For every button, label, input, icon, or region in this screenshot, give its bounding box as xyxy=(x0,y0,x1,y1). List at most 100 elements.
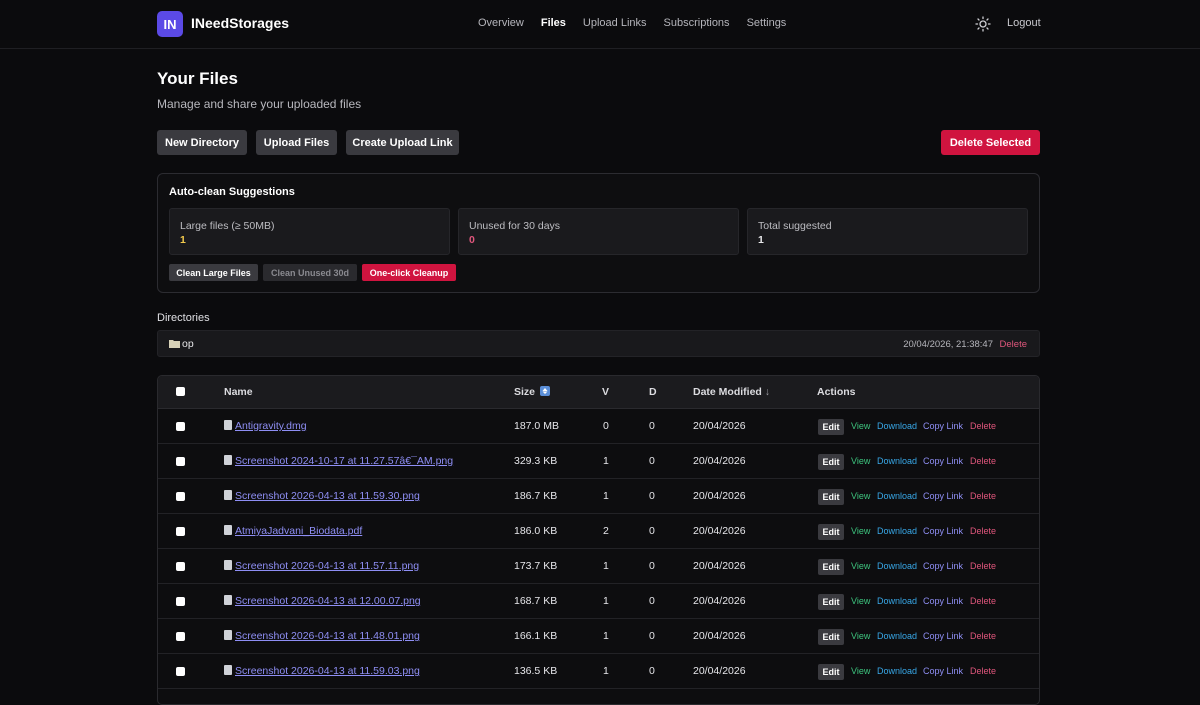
file-name-cell[interactable]: Screenshot 2026-04-13 at 11.59.03.png xyxy=(224,665,420,677)
nav-settings[interactable]: Settings xyxy=(747,17,787,29)
sun-icon[interactable] xyxy=(975,16,991,32)
view-link[interactable]: View xyxy=(851,561,870,571)
row-checkbox[interactable] xyxy=(176,527,185,536)
delete-link[interactable]: Delete xyxy=(970,491,996,501)
view-link[interactable]: View xyxy=(851,631,870,641)
upload-files-button[interactable]: Upload Files xyxy=(256,130,337,155)
file-name-link[interactable]: Screenshot 2026-04-13 at 11.48.01.png xyxy=(235,630,420,642)
delete-link[interactable]: Delete xyxy=(970,631,996,641)
row-checkbox[interactable] xyxy=(176,457,185,466)
column-name[interactable]: Name xyxy=(224,386,253,398)
nav-files[interactable]: Files xyxy=(541,17,566,29)
directory-row[interactable]: op 20/04/2026, 21:38:47 Delete xyxy=(157,330,1040,357)
row-checkbox[interactable] xyxy=(176,562,185,571)
download-link[interactable]: Download xyxy=(877,491,917,501)
delete-link[interactable]: Delete xyxy=(970,596,996,606)
file-icon xyxy=(224,525,232,535)
auto-clean-panel: Auto-clean Suggestions Large files (≥ 50… xyxy=(157,173,1040,293)
edit-button[interactable]: Edit xyxy=(818,454,844,470)
brand-name[interactable]: INeedStorages xyxy=(191,15,289,31)
one-click-cleanup-button[interactable]: One-click Cleanup xyxy=(362,264,456,281)
copy-link[interactable]: Copy Link xyxy=(923,631,963,641)
nav-subscriptions[interactable]: Subscriptions xyxy=(664,17,730,29)
file-size: 166.1 KB xyxy=(514,630,558,642)
row-checkbox[interactable] xyxy=(176,632,185,641)
sort-icon xyxy=(539,386,550,396)
edit-button[interactable]: Edit xyxy=(818,664,844,680)
view-link[interactable]: View xyxy=(851,526,870,536)
stat-large-files: Large files (≥ 50MB) 1 xyxy=(169,208,450,255)
logout-link[interactable]: Logout xyxy=(1007,17,1041,29)
file-downloads: 0 xyxy=(649,490,655,502)
delete-link[interactable]: Delete xyxy=(970,421,996,431)
row-checkbox[interactable] xyxy=(176,667,185,676)
download-link[interactable]: Download xyxy=(877,631,917,641)
copy-link[interactable]: Copy Link xyxy=(923,561,963,571)
directory-delete-link[interactable]: Delete xyxy=(1000,339,1027,350)
file-name-link[interactable]: Screenshot 2024-10-17 at 11.27.57â€¯AM.p… xyxy=(235,455,453,467)
edit-button[interactable]: Edit xyxy=(818,594,844,610)
download-link[interactable]: Download xyxy=(877,456,917,466)
delete-link[interactable]: Delete xyxy=(970,666,996,676)
column-downloads[interactable]: D xyxy=(649,386,657,398)
view-link[interactable]: View xyxy=(851,596,870,606)
directory-name-cell[interactable]: op xyxy=(169,338,194,350)
copy-link[interactable]: Copy Link xyxy=(923,666,963,676)
file-size: 173.7 KB xyxy=(514,560,558,572)
view-link[interactable]: View xyxy=(851,456,870,466)
download-link[interactable]: Download xyxy=(877,666,917,676)
column-size-label: Size xyxy=(514,386,536,398)
delete-link[interactable]: Delete xyxy=(970,456,996,466)
row-checkbox[interactable] xyxy=(176,492,185,501)
file-name-cell[interactable]: Screenshot 2024-10-17 at 11.27.57â€¯AM.p… xyxy=(224,455,453,467)
file-name-cell[interactable]: AtmiyaJadvani_Biodata.pdf xyxy=(224,525,362,537)
row-checkbox[interactable] xyxy=(176,422,185,431)
file-name-cell[interactable]: Screenshot 2026-04-13 at 11.57.11.png xyxy=(224,560,419,572)
view-link[interactable]: View xyxy=(851,491,870,501)
file-date: 20/04/2026 xyxy=(693,665,746,677)
view-link[interactable]: View xyxy=(851,421,870,431)
delete-selected-button[interactable]: Delete Selected xyxy=(941,130,1040,155)
view-link[interactable]: View xyxy=(851,666,870,676)
delete-link[interactable]: Delete xyxy=(970,526,996,536)
file-name-link[interactable]: Screenshot 2026-04-13 at 11.57.11.png xyxy=(235,560,419,572)
stat-value: 0 xyxy=(469,234,475,246)
file-name-link[interactable]: AtmiyaJadvani_Biodata.pdf xyxy=(235,525,362,537)
copy-link[interactable]: Copy Link xyxy=(923,526,963,536)
nav-overview[interactable]: Overview xyxy=(478,17,524,29)
file-icon xyxy=(224,665,232,675)
edit-button[interactable]: Edit xyxy=(818,559,844,575)
download-link[interactable]: Download xyxy=(877,421,917,431)
new-directory-button[interactable]: New Directory xyxy=(157,130,247,155)
file-name-link[interactable]: Screenshot 2026-04-13 at 12.00.07.png xyxy=(235,595,421,607)
logo[interactable]: IN xyxy=(157,11,183,37)
edit-button[interactable]: Edit xyxy=(818,524,844,540)
clean-large-files-button[interactable]: Clean Large Files xyxy=(169,264,258,281)
file-name-link[interactable]: Screenshot 2026-04-13 at 11.59.03.png xyxy=(235,665,420,677)
file-name-cell[interactable]: Screenshot 2026-04-13 at 11.48.01.png xyxy=(224,630,420,642)
file-name-link[interactable]: Antigravity.dmg xyxy=(235,420,307,432)
column-date-modified[interactable]: Date Modified ↓ xyxy=(693,386,770,398)
copy-link[interactable]: Copy Link xyxy=(923,491,963,501)
copy-link[interactable]: Copy Link xyxy=(923,596,963,606)
edit-button[interactable]: Edit xyxy=(818,489,844,505)
download-link[interactable]: Download xyxy=(877,596,917,606)
nav-upload-links[interactable]: Upload Links xyxy=(583,17,647,29)
download-link[interactable]: Download xyxy=(877,526,917,536)
delete-link[interactable]: Delete xyxy=(970,561,996,571)
clean-unused-button[interactable]: Clean Unused 30d xyxy=(263,264,357,281)
edit-button[interactable]: Edit xyxy=(818,419,844,435)
file-name-cell[interactable]: Antigravity.dmg xyxy=(224,420,307,432)
file-name-cell[interactable]: Screenshot 2026-04-13 at 11.59.30.png xyxy=(224,490,420,502)
edit-button[interactable]: Edit xyxy=(818,629,844,645)
column-views[interactable]: V xyxy=(602,386,609,398)
file-name-link[interactable]: Screenshot 2026-04-13 at 11.59.30.png xyxy=(235,490,420,502)
file-name-cell[interactable]: Screenshot 2026-04-13 at 12.00.07.png xyxy=(224,595,421,607)
copy-link[interactable]: Copy Link xyxy=(923,421,963,431)
select-all-checkbox[interactable] xyxy=(176,387,185,396)
row-checkbox[interactable] xyxy=(176,597,185,606)
column-size[interactable]: Size xyxy=(514,386,550,398)
create-upload-link-button[interactable]: Create Upload Link xyxy=(346,130,459,155)
copy-link[interactable]: Copy Link xyxy=(923,456,963,466)
download-link[interactable]: Download xyxy=(877,561,917,571)
